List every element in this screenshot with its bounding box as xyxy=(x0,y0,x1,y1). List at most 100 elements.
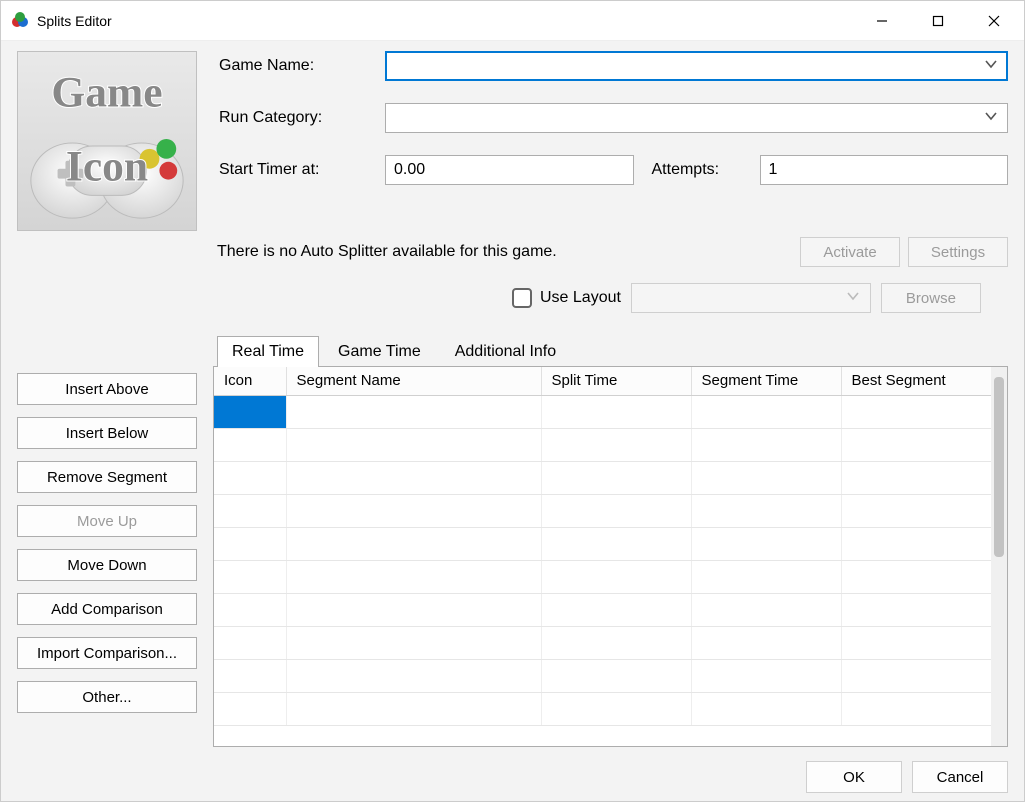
cell-name[interactable] xyxy=(286,428,541,461)
insert-above-button[interactable]: Insert Above xyxy=(17,373,197,405)
run-category-label: Run Category: xyxy=(217,109,377,127)
cell-split[interactable] xyxy=(541,692,691,725)
cell-icon[interactable] xyxy=(214,692,286,725)
cell-split[interactable] xyxy=(541,428,691,461)
start-timer-input[interactable] xyxy=(385,155,634,185)
cell-segment[interactable] xyxy=(691,626,841,659)
maximize-button[interactable] xyxy=(910,1,966,41)
table-row[interactable] xyxy=(214,494,991,527)
cell-icon[interactable] xyxy=(214,461,286,494)
cell-name[interactable] xyxy=(286,659,541,692)
layout-path-input[interactable] xyxy=(631,283,871,313)
app-icon xyxy=(11,12,29,30)
col-split-time[interactable]: Split Time xyxy=(541,367,691,395)
browse-button[interactable]: Browse xyxy=(881,283,981,313)
move-up-button[interactable]: Move Up xyxy=(17,505,197,537)
autosplitter-settings-button[interactable]: Settings xyxy=(908,237,1008,267)
cell-split[interactable] xyxy=(541,494,691,527)
cell-name[interactable] xyxy=(286,626,541,659)
cell-best[interactable] xyxy=(841,428,991,461)
table-row[interactable] xyxy=(214,659,991,692)
cell-best[interactable] xyxy=(841,494,991,527)
cell-segment[interactable] xyxy=(691,692,841,725)
col-best-segment[interactable]: Best Segment xyxy=(841,367,991,395)
cell-best[interactable] xyxy=(841,527,991,560)
segments-grid[interactable]: Icon Segment Name Split Time Segment Tim… xyxy=(214,367,991,746)
cell-split[interactable] xyxy=(541,395,691,428)
attempts-label: Attempts: xyxy=(642,161,752,179)
cell-split[interactable] xyxy=(541,527,691,560)
cell-best[interactable] xyxy=(841,395,991,428)
table-row[interactable] xyxy=(214,395,991,428)
cell-name[interactable] xyxy=(286,593,541,626)
cell-segment[interactable] xyxy=(691,659,841,692)
cell-segment[interactable] xyxy=(691,527,841,560)
table-row[interactable] xyxy=(214,626,991,659)
tab-additional-info[interactable]: Additional Info xyxy=(440,336,571,367)
table-row[interactable] xyxy=(214,560,991,593)
import-comparison-button[interactable]: Import Comparison... xyxy=(17,637,197,669)
cell-icon[interactable] xyxy=(214,527,286,560)
cell-segment[interactable] xyxy=(691,593,841,626)
game-icon-placeholder[interactable]: Game Icon xyxy=(17,51,197,231)
activate-button[interactable]: Activate xyxy=(800,237,900,267)
tab-real-time[interactable]: Real Time xyxy=(217,336,319,367)
cell-icon[interactable] xyxy=(214,593,286,626)
cell-icon[interactable] xyxy=(214,659,286,692)
cell-best[interactable] xyxy=(841,692,991,725)
tab-game-time[interactable]: Game Time xyxy=(323,336,436,367)
checkbox-icon xyxy=(512,288,532,308)
cell-name[interactable] xyxy=(286,560,541,593)
cell-name[interactable] xyxy=(286,461,541,494)
col-segment-name[interactable]: Segment Name xyxy=(286,367,541,395)
cell-segment[interactable] xyxy=(691,428,841,461)
remove-segment-button[interactable]: Remove Segment xyxy=(17,461,197,493)
table-row[interactable] xyxy=(214,527,991,560)
close-button[interactable] xyxy=(966,1,1022,41)
cell-segment[interactable] xyxy=(691,461,841,494)
cell-split[interactable] xyxy=(541,560,691,593)
cell-best[interactable] xyxy=(841,659,991,692)
vertical-scrollbar[interactable] xyxy=(991,367,1007,746)
cell-best[interactable] xyxy=(841,593,991,626)
cell-name[interactable] xyxy=(286,494,541,527)
col-segment-time[interactable]: Segment Time xyxy=(691,367,841,395)
table-row[interactable] xyxy=(214,692,991,725)
cell-icon[interactable] xyxy=(214,560,286,593)
game-name-input[interactable] xyxy=(385,51,1008,81)
minimize-button[interactable] xyxy=(854,1,910,41)
cell-name[interactable] xyxy=(286,692,541,725)
add-comparison-button[interactable]: Add Comparison xyxy=(17,593,197,625)
table-row[interactable] xyxy=(214,593,991,626)
cell-best[interactable] xyxy=(841,560,991,593)
cell-name[interactable] xyxy=(286,527,541,560)
cell-segment[interactable] xyxy=(691,494,841,527)
cell-icon[interactable] xyxy=(214,494,286,527)
move-down-button[interactable]: Move Down xyxy=(17,549,197,581)
cell-segment[interactable] xyxy=(691,395,841,428)
cell-icon[interactable] xyxy=(214,428,286,461)
window: Splits Editor xyxy=(0,0,1025,802)
col-icon[interactable]: Icon xyxy=(214,367,286,395)
cell-icon[interactable] xyxy=(214,626,286,659)
cancel-button[interactable]: Cancel xyxy=(912,761,1008,793)
cell-split[interactable] xyxy=(541,659,691,692)
attempts-input[interactable] xyxy=(760,155,1009,185)
scrollbar-thumb[interactable] xyxy=(994,377,1004,557)
run-category-input[interactable] xyxy=(385,103,1008,133)
cell-split[interactable] xyxy=(541,626,691,659)
cell-best[interactable] xyxy=(841,461,991,494)
cell-segment[interactable] xyxy=(691,560,841,593)
ok-button[interactable]: OK xyxy=(806,761,902,793)
cell-best[interactable] xyxy=(841,626,991,659)
insert-below-button[interactable]: Insert Below xyxy=(17,417,197,449)
cell-icon[interactable] xyxy=(214,395,286,428)
cell-split[interactable] xyxy=(541,461,691,494)
table-row[interactable] xyxy=(214,461,991,494)
cell-split[interactable] xyxy=(541,593,691,626)
other-button[interactable]: Other... xyxy=(17,681,197,713)
table-row[interactable] xyxy=(214,428,991,461)
use-layout-checkbox[interactable]: Use Layout xyxy=(512,288,621,308)
form-area: Game Name: Run Category: Start Timer at: xyxy=(217,51,1008,231)
cell-name[interactable] xyxy=(286,395,541,428)
